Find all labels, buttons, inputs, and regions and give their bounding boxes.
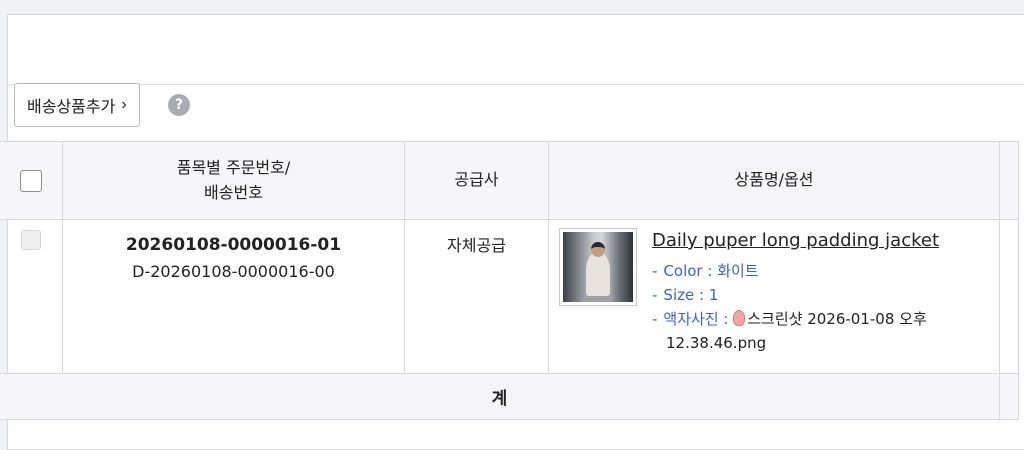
top-empty-box — [8, 15, 1024, 85]
extra-cell — [999, 219, 1019, 374]
option-photo-file-cont: 12.38.46.png — [666, 334, 767, 352]
header-extra — [999, 141, 1019, 220]
option-color: - Color : 화이트 — [652, 262, 759, 280]
add-shipping-product-button[interactable]: 배송상품추가 › — [14, 83, 140, 127]
help-icon[interactable]: ? — [168, 94, 190, 116]
supplier-cell: 자체공급 — [404, 219, 549, 374]
table-header-row: 품목별 주문번호/ 배송번호 공급사 상품명/옵션 — [0, 141, 1019, 220]
order-number-cell: 20260108-0000016-01 D-20260108-0000016-0… — [62, 219, 405, 374]
option-color-value: 화이트 — [717, 262, 759, 280]
total-extra — [999, 373, 1019, 420]
select-all-checkbox[interactable] — [20, 169, 42, 192]
option-photo: - 액자사진 : 스크린샷 2026-01-08 오후 12.38.46.png — [652, 307, 939, 355]
table-row: 20260108-0000016-01 D-20260108-0000016-0… — [0, 219, 1019, 374]
header-order-line2: 배송번호 — [204, 182, 263, 202]
total-row: 계 — [0, 373, 1019, 420]
chevron-right-icon: › — [121, 96, 127, 113]
row-select-cell — [0, 219, 63, 374]
header-order-number: 품목별 주문번호/ 배송번호 — [62, 141, 405, 220]
product-thumbnail[interactable] — [559, 228, 637, 306]
product-name-link[interactable]: Daily puper long padding jacket — [652, 230, 939, 251]
header-supplier: 공급사 — [404, 141, 549, 220]
option-size-value: 1 — [708, 286, 719, 304]
total-label: 계 — [0, 373, 1000, 420]
add-shipping-product-label: 배송상품추가 — [27, 99, 116, 116]
header-order-line1: 품목별 주문번호/ — [176, 157, 291, 177]
option-size: - Size : 1 — [652, 286, 719, 304]
header-select-cell — [0, 141, 63, 220]
shipping-number: D-20260108-0000016-00 — [132, 262, 335, 282]
product-photo — [563, 232, 633, 302]
header-product: 상품명/옵션 — [548, 141, 1000, 220]
row-checkbox[interactable] — [21, 230, 41, 250]
order-number: 20260108-0000016-01 — [125, 235, 342, 255]
product-cell: Daily puper long padding jacket - Color :… — [548, 219, 1000, 374]
option-photo-file: 스크린샷 2026-01-08 오후 — [747, 310, 927, 328]
ear-icon — [733, 310, 746, 326]
order-items-table: 품목별 주문번호/ 배송번호 공급사 상품명/옵션 20260108-00000… — [0, 141, 1019, 420]
